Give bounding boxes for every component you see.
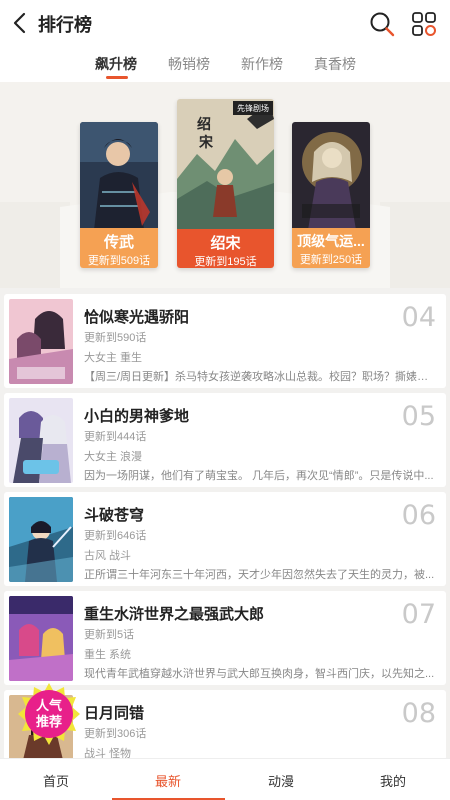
genre-tags: 大女主 浪漫 (84, 451, 143, 463)
cover-badge-text: 先锋剧场 (237, 103, 269, 113)
update-status: 更新到444话 (84, 431, 147, 443)
ranking-tabs: 飙升榜 畅销榜 新作榜 真香榜 (0, 46, 450, 82)
comic-title: 重生水浒世界之最强武大郎 (84, 606, 265, 623)
comic-title: 日月同错 (84, 705, 145, 722)
genre-tags: 大女主 重生 (84, 352, 143, 364)
update-status: 更新到5话 (84, 629, 135, 641)
search-icon[interactable] (369, 11, 395, 37)
cover-image (9, 596, 73, 681)
podium-card-third[interactable]: 顶级气运... 更新到250话 (292, 122, 370, 268)
podium-label: 顶级气运... 更新到250话 (292, 228, 370, 268)
cover-image (80, 122, 158, 230)
comic-title: 顶级气运... (297, 233, 365, 249)
tab-popular[interactable]: 真香榜 (314, 54, 356, 74)
update-status: 更新到509话 (87, 255, 151, 267)
list-item[interactable]: 重生水浒世界之最强武大郎 更新到5话 重生 系统 现代青年武植穿越水浒世界与武大… (4, 591, 446, 685)
podium-card-second[interactable]: 传武 更新到509话 (80, 122, 158, 268)
badge-line-2: 推荐 (35, 714, 62, 729)
podium-card-first[interactable]: 先锋剧场 绍 宋 绍宋 更新到195话 (177, 99, 274, 268)
comic-title: 绍宋 (210, 235, 241, 252)
top-bar: 排行榜 (0, 0, 450, 46)
nav-anime[interactable]: 动漫 (225, 771, 337, 790)
update-status: 更新到590话 (84, 332, 147, 344)
tab-soaring[interactable]: 飙升榜 (95, 54, 137, 74)
bottom-navigation: 首页 最新 动漫 我的 (0, 758, 450, 800)
description: 正所谓三十年河东三十年河西，天才少年因忽然失去了天生的灵力，被... (84, 569, 435, 581)
svg-text:绍: 绍 (197, 116, 211, 133)
comic-title: 小白的男神爹地 (84, 408, 190, 425)
rank-number: 04 (401, 302, 436, 333)
badge-line-1: 人气 (35, 698, 62, 713)
description: 因为一场阴谋，他们有了萌宝宝。 几年后，再次见“情郎”。只是传说中... (84, 470, 434, 482)
page-title: 排行榜 (38, 15, 92, 35)
update-status: 更新到250话 (299, 254, 363, 266)
cover-image: 先锋剧场 绍 宋 (177, 99, 274, 229)
cover-image (9, 398, 73, 483)
genre-tags: 古风 战斗 (84, 550, 132, 562)
cover-image (9, 299, 73, 384)
rank-number: 08 (401, 698, 436, 729)
nav-latest[interactable]: 最新 (112, 771, 224, 790)
tab-new[interactable]: 新作榜 (241, 54, 283, 74)
podium-label: 绍宋 更新到195话 (177, 229, 274, 268)
back-icon[interactable] (10, 11, 32, 35)
nav-mine[interactable]: 我的 (337, 771, 449, 790)
list-item[interactable]: 恰似寒光遇骄阳 更新到590话 大女主 重生 【周三/周日更新】杀马特女孩逆袭攻… (4, 294, 446, 388)
rank-number: 07 (401, 599, 436, 630)
comic-title: 传武 (103, 234, 134, 251)
active-tab-indicator (106, 76, 128, 79)
tab-bestselling[interactable]: 畅销榜 (168, 54, 210, 74)
update-status: 更新到195话 (194, 256, 257, 268)
description: 【周三/周日更新】杀马特女孩逆袭攻略冰山总裁。校园？职场？撕婊？... (84, 371, 436, 383)
update-status: 更新到646话 (84, 530, 147, 542)
top-three-podium: 传武 更新到509话 先锋剧场 绍 宋 绍宋 更新到195话 顶级气运... 更… (0, 82, 450, 288)
list-item[interactable]: 斗破苍穹 更新到646话 古风 战斗 正所谓三十年河东三十年河西，天才少年因忽然… (4, 492, 446, 586)
description: 现代青年武植穿越水浒世界与武大郎互换肉身，智斗西门庆，以先知之... (84, 668, 435, 680)
nav-home[interactable]: 首页 (0, 771, 112, 790)
genre-tags: 重生 系统 (84, 649, 132, 661)
comic-title: 斗破苍穹 (84, 507, 145, 524)
grid-icon[interactable] (411, 11, 437, 37)
svg-text:宋: 宋 (198, 134, 214, 151)
rank-number: 06 (401, 500, 436, 531)
popular-badge[interactable]: 人气 推荐 (18, 683, 80, 745)
list-item[interactable]: 小白的男神爹地 更新到444话 大女主 浪漫 因为一场阴谋，他们有了萌宝宝。 几… (4, 393, 446, 487)
comic-title: 恰似寒光遇骄阳 (84, 309, 190, 326)
update-status: 更新到306话 (84, 728, 147, 740)
podium-label: 传武 更新到509话 (80, 228, 158, 268)
cover-image (292, 122, 370, 230)
cover-image (9, 497, 73, 582)
rank-number: 05 (401, 401, 436, 432)
